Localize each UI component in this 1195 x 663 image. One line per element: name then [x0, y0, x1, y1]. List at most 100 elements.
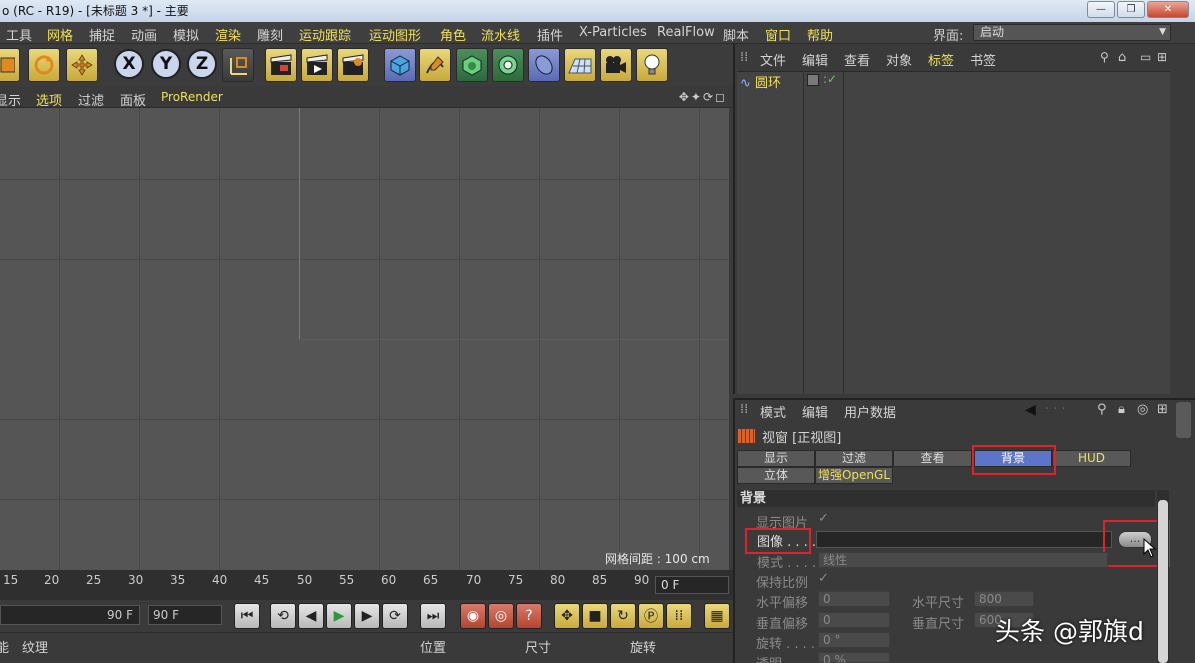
om-menu-bookmarks[interactable]: 书签	[970, 50, 996, 69]
rotate-field[interactable]: 0 °	[818, 632, 890, 648]
v-offset-field[interactable]: 0	[818, 612, 890, 628]
search-icon[interactable]: ⚲	[1100, 50, 1109, 64]
key-parameter-button[interactable]: Ⓟ	[638, 603, 664, 629]
key-pla-button[interactable]: ⁞⁞	[666, 603, 692, 629]
restore-button[interactable]: ❐	[1117, 1, 1145, 18]
viewport-menu-display[interactable]: 显示	[0, 90, 21, 109]
rotate-tool-button[interactable]	[28, 48, 60, 82]
next-frame-button[interactable]: ▶	[354, 603, 380, 629]
menu-pipeline[interactable]: 流水线	[481, 25, 520, 44]
viewport-menu-options[interactable]: 选项	[36, 90, 62, 109]
viewport-menu-panel[interactable]: 面板	[120, 90, 146, 109]
menu-mograph[interactable]: 运动图形	[369, 25, 421, 44]
back-arrow-icon[interactable]: ◀	[1025, 402, 1036, 418]
play-button[interactable]: ▶	[326, 603, 352, 629]
om-menu-edit[interactable]: 编辑	[802, 50, 828, 69]
timeline-ruler[interactable]: 15 20 25 30 35 40 45 50 55 60 65 70 75 8…	[0, 570, 733, 600]
menu-help[interactable]: 帮助	[807, 25, 833, 44]
om-menu-tags[interactable]: 标签	[928, 50, 954, 69]
prev-key-button[interactable]: ⟲	[270, 603, 296, 629]
panel-scrollbar-thumb[interactable]	[1176, 402, 1191, 438]
key-position-button[interactable]: ✥	[554, 603, 580, 629]
expand-panel-icon[interactable]: ⊞	[1157, 402, 1168, 417]
axis-y-toggle[interactable]: Y	[151, 49, 181, 79]
keep-ratio-checkbox[interactable]: ✓	[818, 571, 829, 586]
key-selection-button[interactable]: ?	[516, 603, 542, 629]
minimize-button[interactable]: —	[1087, 1, 1115, 18]
material-menu-function[interactable]: 能	[0, 637, 9, 656]
go-to-start-button[interactable]: ⏮	[234, 603, 260, 629]
tab-filter[interactable]: 过滤	[815, 450, 893, 467]
lock-icon[interactable]: 🔒︎	[1118, 402, 1125, 417]
object-row[interactable]: ∿ 圆环	[740, 72, 781, 91]
am-menu-mode[interactable]: 模式	[760, 402, 786, 421]
history-icon[interactable]: · · ·	[1045, 402, 1066, 417]
menu-plugins[interactable]: 插件	[537, 25, 563, 44]
key-rotation-button[interactable]: ↻	[610, 603, 636, 629]
viewport-nav-icons[interactable]: ✥✦⟳◻	[679, 90, 727, 104]
render-settings-button[interactable]	[337, 48, 369, 82]
key-scale-button[interactable]: ■	[582, 603, 608, 629]
tab-enhanced-opengl[interactable]: 增强OpenGL	[815, 467, 893, 484]
target-icon[interactable]: ◎	[1137, 402, 1148, 417]
h-size-field[interactable]: 800	[974, 591, 1034, 607]
tab-view[interactable]: 查看	[893, 450, 972, 467]
floor-button[interactable]	[564, 48, 596, 82]
om-menu-file[interactable]: 文件	[760, 50, 786, 69]
record-key-button[interactable]: ◉	[460, 603, 486, 629]
om-menu-view[interactable]: 查看	[844, 50, 870, 69]
prev-frame-button[interactable]: ◀	[298, 603, 324, 629]
light-button[interactable]	[636, 48, 668, 82]
camera-button[interactable]	[600, 48, 632, 82]
menu-window[interactable]: 窗口	[765, 25, 791, 44]
object-list[interactable]	[737, 71, 1170, 394]
expand-panel-icon[interactable]: ⊞	[1157, 50, 1167, 64]
h-offset-field[interactable]: 0	[818, 591, 890, 607]
auto-key-button[interactable]: ◎	[488, 603, 514, 629]
show-image-checkbox[interactable]: ✓	[818, 511, 829, 526]
am-menu-edit[interactable]: 编辑	[802, 402, 828, 421]
menu-snap[interactable]: 捕捉	[89, 25, 115, 44]
axis-x-toggle[interactable]: X	[114, 49, 144, 79]
pen-spline-button[interactable]	[419, 48, 451, 82]
cube-primitive-button[interactable]	[384, 48, 416, 82]
go-to-end-button[interactable]: ⏭	[420, 603, 446, 629]
mode-dropdown[interactable]: 线性	[818, 552, 1108, 568]
timeline-window-button[interactable]: ▦	[704, 603, 730, 629]
subdivision-surface-button[interactable]	[456, 48, 488, 82]
current-frame-field[interactable]: 0 F	[655, 576, 729, 594]
menu-character[interactable]: 角色	[440, 25, 466, 44]
viewport-menu-filter[interactable]: 过滤	[78, 90, 104, 109]
am-menu-user-data[interactable]: 用户数据	[844, 402, 896, 421]
end-frame-field[interactable]: 90 F	[148, 605, 222, 625]
menu-render[interactable]: 渲染	[215, 25, 241, 44]
interface-select[interactable]: 启动 ▼	[973, 24, 1171, 41]
close-button[interactable]: ✕	[1147, 1, 1189, 18]
menu-realflow[interactable]: RealFlow	[657, 25, 715, 40]
search-icon[interactable]: ⚲	[1097, 402, 1107, 417]
panel-scrollbar-track[interactable]	[1173, 400, 1193, 663]
menu-simulate[interactable]: 模拟	[173, 25, 199, 44]
tab-hud[interactable]: HUD	[1052, 450, 1131, 467]
render-picture-viewer-button[interactable]	[301, 48, 333, 82]
om-menu-objects[interactable]: 对象	[886, 50, 912, 69]
menu-tools[interactable]: 工具	[6, 25, 32, 44]
next-key-button[interactable]: ⟳	[382, 603, 408, 629]
menu-animate[interactable]: 动画	[131, 25, 157, 44]
image-path-field[interactable]	[816, 531, 1112, 548]
opacity-field[interactable]: 0 %	[818, 652, 890, 663]
cloner-button[interactable]	[492, 48, 524, 82]
tab-stereo[interactable]: 立体	[737, 467, 815, 484]
attributes-scrollbar-thumb[interactable]	[1158, 500, 1168, 663]
visibility-dots-icon[interactable]: :✓	[823, 72, 837, 86]
home-icon[interactable]: ⌂	[1118, 50, 1126, 65]
menu-x-particles[interactable]: X-Particles	[579, 25, 647, 40]
viewport-menu-prorender[interactable]: ProRender	[161, 90, 223, 104]
tab-display[interactable]: 显示	[737, 450, 815, 467]
deformer-button[interactable]	[528, 48, 560, 82]
menu-mesh[interactable]: 网格	[47, 25, 73, 44]
preview-end-field[interactable]: 90 F	[0, 605, 140, 625]
render-view-button[interactable]	[265, 48, 297, 82]
scale-tool-button[interactable]	[0, 48, 20, 82]
menu-motion-tracking[interactable]: 运动跟踪	[299, 25, 351, 44]
